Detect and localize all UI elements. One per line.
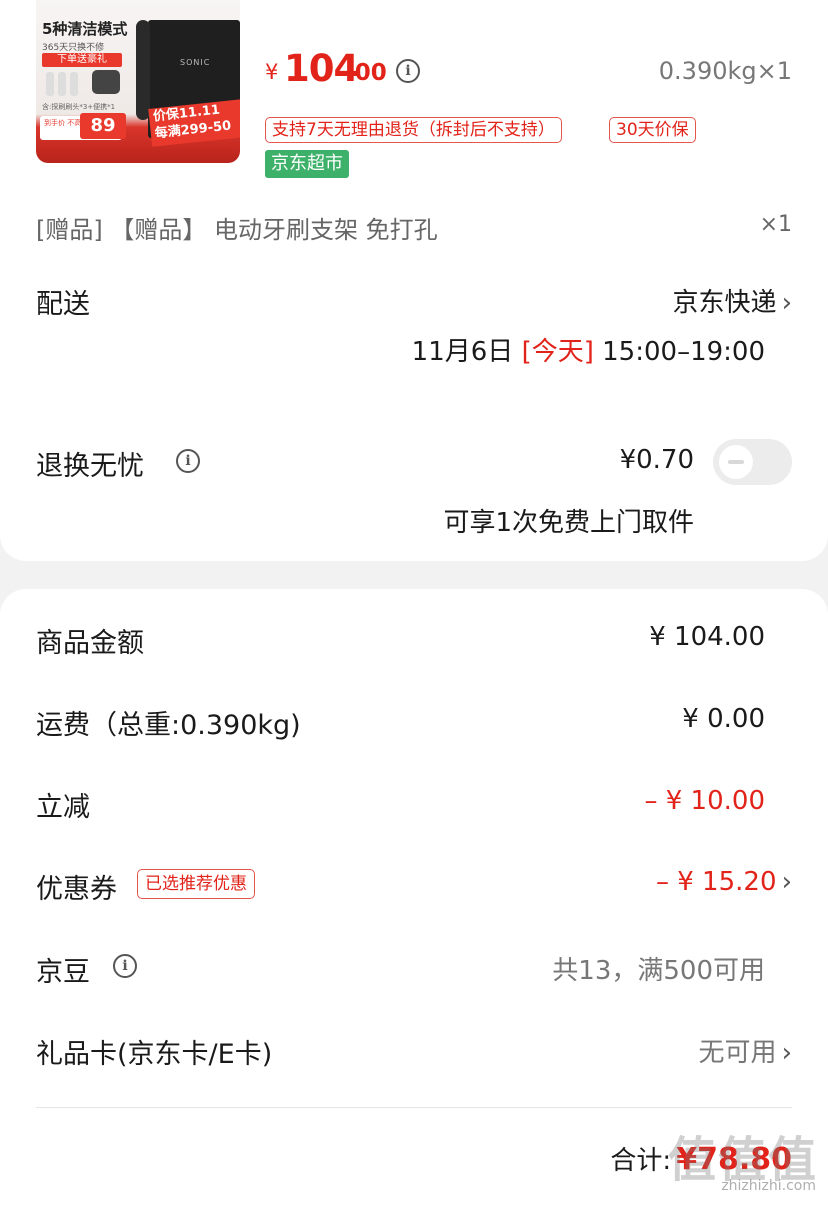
coupon-recommended-tag: 已选推荐优惠: [137, 869, 255, 899]
site-watermark-url: zhizhizhi.com: [721, 1178, 816, 1194]
order-item-card: 5种清洁模式 365天只换不修 下单送豪礼 含:探刷刷头*3+便携*1 到手价 …: [0, 0, 828, 561]
delivery-date: 11月6日: [411, 337, 514, 367]
info-circle-icon[interactable]: i: [113, 954, 137, 978]
delivery-window: 15:00–19:00: [602, 337, 765, 367]
toggle-knob: [719, 445, 753, 479]
price-currency: ¥: [265, 60, 279, 84]
delivery-label: 配送: [36, 289, 90, 320]
gift-card-label: 礼品卡(京东卡/E卡): [36, 1039, 273, 1070]
delivery-method: 京东快递: [672, 288, 777, 318]
travel-case-image: [92, 70, 120, 94]
thumb-subline: 365天只换不修: [42, 43, 105, 53]
coupon-value: – ¥ 15.20: [655, 867, 777, 897]
divider: [36, 1107, 792, 1108]
store-badge: 京东超市: [265, 150, 349, 178]
product-thumbnail[interactable]: 5种清洁模式 365天只换不修 下单送豪礼 含:探刷刷头*3+便携*1 到手价 …: [36, 0, 240, 163]
jd-beans-value: 共13，满500可用: [552, 956, 765, 986]
gift-card-selector[interactable]: 无可用 ›: [698, 1032, 792, 1069]
thumb-headline: 5种清洁模式: [42, 20, 128, 38]
price-protect-tag: 30天价保: [609, 117, 696, 143]
thumb-contents-text: 含:探刷刷头*3+便携*1: [42, 103, 116, 111]
delivery-time[interactable]: 11月6日 [今天] 15:00–19:00: [412, 331, 765, 368]
thumb-brand: SONIC: [180, 58, 211, 67]
shipping-label: 运费（总重:0.390kg): [36, 710, 301, 741]
weight-quantity: 0.390kg×1: [658, 57, 792, 85]
coupon-label: 优惠券: [36, 874, 117, 905]
price-info-icon[interactable]: i: [396, 59, 420, 83]
goods-amount-value: ¥ 104.00: [649, 622, 765, 652]
gift-item: [赠品] 【赠品】 电动牙刷支架 免打孔: [36, 216, 438, 244]
coupon-selector[interactable]: – ¥ 15.20 ›: [656, 867, 792, 897]
chevron-right-icon: ›: [781, 1038, 792, 1068]
return-insurance-toggle[interactable]: [713, 439, 792, 485]
chevron-right-icon: ›: [781, 288, 792, 318]
return-insurance-desc: 可享1次免费上门取件: [443, 508, 694, 538]
toothbrush-image: [136, 20, 150, 120]
thumb-price-box: 到手价 不高于 89: [40, 113, 126, 140]
total-label: 合计:: [610, 1146, 672, 1176]
return-insurance-label: 退换无忧: [36, 451, 144, 482]
return-policy-tag: 支持7天无理由退货（拆封后不支持）: [265, 117, 562, 143]
gift-card-value: 无可用: [698, 1038, 777, 1068]
jd-beans-label: 京豆: [36, 957, 90, 988]
goods-amount-label: 商品金额: [36, 628, 144, 659]
instant-discount-label: 立减: [36, 792, 90, 823]
shipping-value: ¥ 0.00: [682, 704, 765, 734]
thumb-price: 89: [80, 113, 126, 139]
thumb-gift-badge: 下单送豪礼: [42, 53, 122, 67]
chevron-right-icon: ›: [781, 867, 792, 897]
price-decimal: .00: [346, 60, 387, 86]
delivery-today: [今天]: [521, 337, 594, 367]
delivery-method-selector[interactable]: 京东快递 ›: [672, 282, 792, 319]
return-insurance-price: ¥0.70: [619, 445, 694, 475]
instant-discount-value: – ¥ 10.00: [644, 786, 765, 816]
info-circle-icon[interactable]: i: [176, 449, 200, 473]
gift-quantity: ×1: [759, 212, 792, 237]
